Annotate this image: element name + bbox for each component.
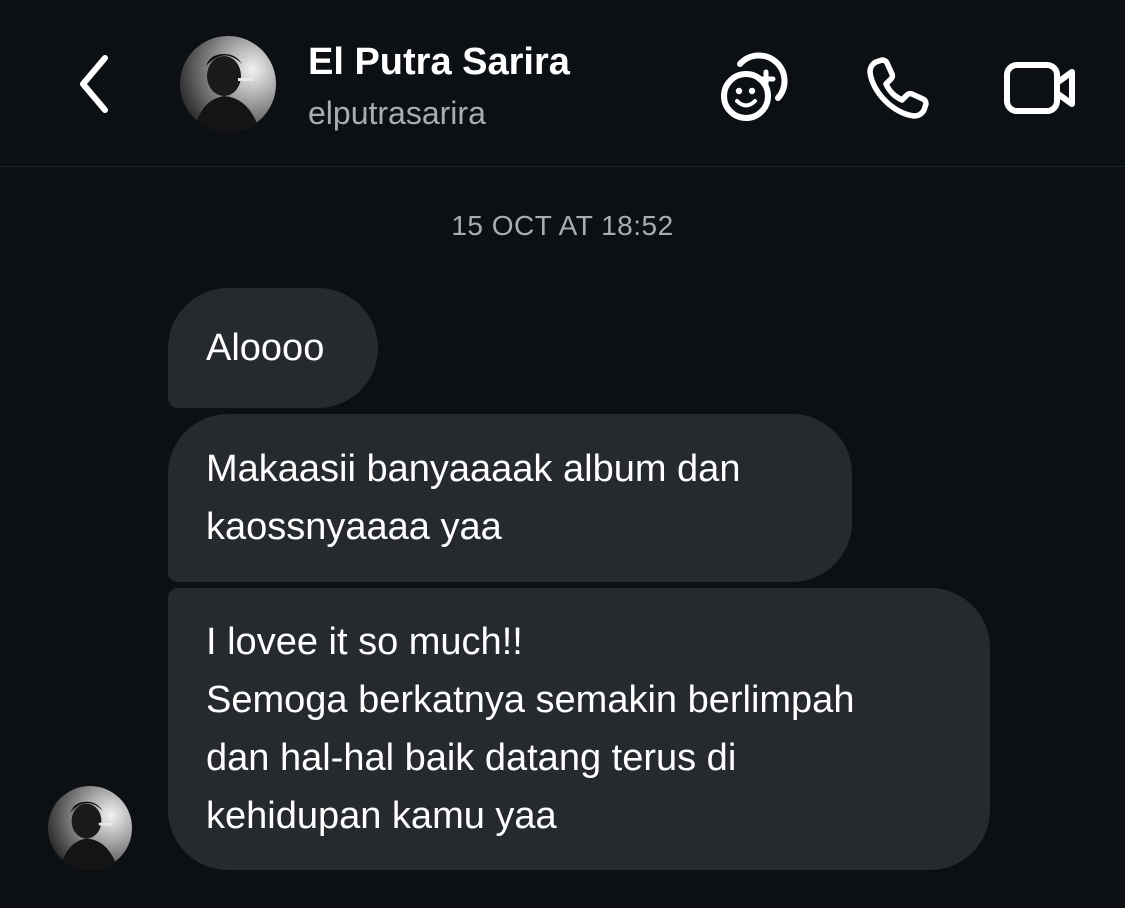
chat-header: El Putra Sarira elputrasarira — [0, 0, 1125, 167]
message-bubble[interactable]: Makaasii banyaaaak album dan kaossnyaaaa… — [168, 414, 852, 582]
message-text: Makaasii banyaaaak album dan — [206, 448, 741, 490]
video-camera-icon — [1004, 62, 1075, 114]
message-text: I lovee it so much!! — [206, 621, 523, 663]
video-call-button[interactable] — [1002, 52, 1078, 124]
phone-icon — [867, 57, 929, 119]
back-button[interactable] — [70, 48, 120, 120]
message-text: Semoga berkatnya semakin berlimpah — [206, 679, 855, 721]
contact-name[interactable]: El Putra Sarira — [308, 38, 570, 86]
message-text: kaossnyaaaa yaa — [206, 506, 502, 548]
message-bubble[interactable]: Aloooo — [168, 288, 378, 408]
message-text: kehidupan kamu yaa — [206, 795, 557, 837]
message-bubble[interactable]: I lovee it so much!! Semoga berkatnya se… — [168, 588, 990, 870]
message-text: Aloooo — [206, 327, 325, 369]
message-text: dan hal-hal baik datang terus di — [206, 737, 737, 779]
chevron-left-icon — [80, 55, 108, 113]
effects-button[interactable] — [718, 52, 794, 124]
sender-avatar[interactable] — [48, 786, 132, 870]
emoji-add-icon — [721, 52, 788, 121]
message-timestamp: 15 OCT AT 18:52 — [451, 210, 674, 241]
contact-username[interactable]: elputrasarira — [308, 92, 486, 134]
voice-call-button[interactable] — [860, 52, 936, 124]
avatar[interactable] — [180, 36, 276, 132]
